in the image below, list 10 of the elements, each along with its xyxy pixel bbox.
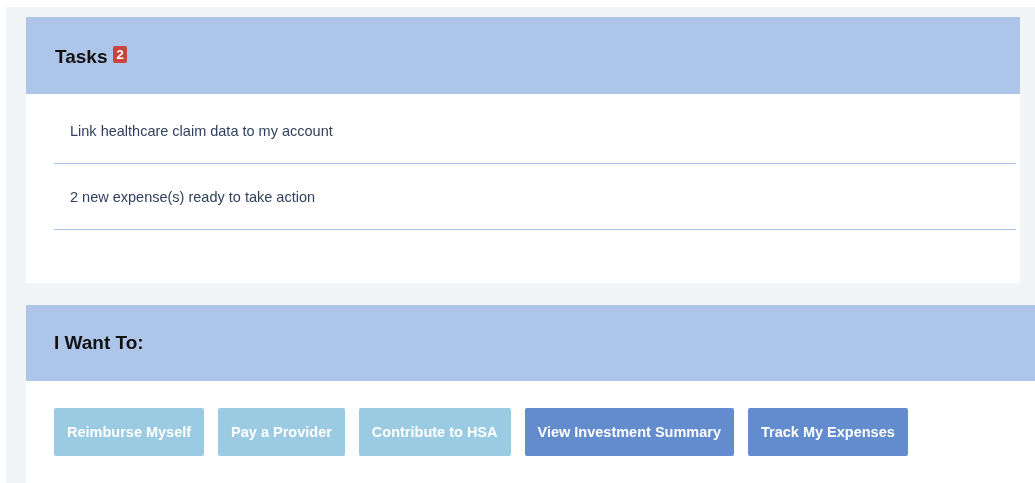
task-link[interactable]: Link healthcare claim data to my account	[70, 122, 333, 139]
action-button[interactable]: Track My Expenses	[748, 408, 908, 456]
card-title: I Want To:	[54, 332, 144, 354]
action-button[interactable]: Reimburse Myself	[54, 408, 205, 456]
action-button[interactable]: Contribute to HSA	[358, 408, 511, 456]
card-title: Tasks	[55, 46, 108, 68]
action-button[interactable]: Pay a Provider	[218, 408, 345, 456]
task-link[interactable]: 2 new expense(s) ready to take action	[70, 188, 316, 205]
count-badge: 2	[113, 45, 127, 63]
action-button[interactable]: View Investment Summary	[524, 408, 734, 456]
